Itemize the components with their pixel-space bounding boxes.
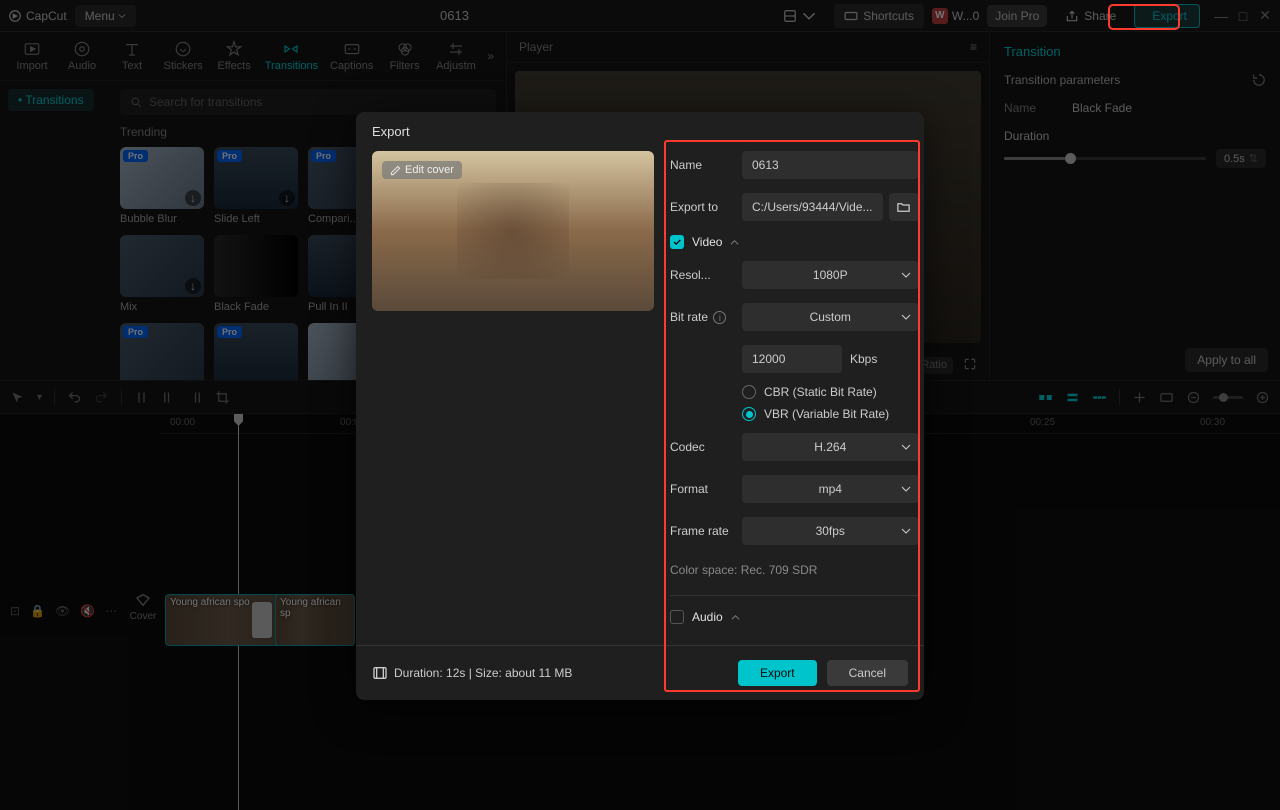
chevron-down-icon (901, 442, 911, 452)
format-label: Format (670, 482, 732, 496)
bitrate-input[interactable] (742, 345, 842, 373)
framerate-label: Frame rate (670, 524, 732, 538)
name-label: Name (670, 158, 732, 172)
modal-title: Export (356, 112, 924, 151)
bitrate-select[interactable]: Custom (742, 303, 919, 331)
path-input[interactable]: C:/Users/93444/Vide... (742, 193, 883, 221)
folder-icon (896, 200, 911, 215)
checkbox-icon (670, 235, 684, 249)
name-input[interactable] (742, 151, 919, 179)
video-section-toggle[interactable]: Video (670, 235, 919, 249)
bitrate-label: Bit rate i (670, 310, 732, 325)
chevron-down-icon (901, 526, 911, 536)
cover-preview: Edit cover (372, 151, 654, 311)
chevron-up-icon (731, 613, 740, 622)
chevron-up-icon (730, 238, 739, 247)
colorspace-text: Color space: Rec. 709 SDR (670, 563, 919, 577)
export-info: Duration: 12s | Size: about 11 MB (372, 665, 572, 681)
exportto-label: Export to (670, 200, 732, 214)
codec-label: Codec (670, 440, 732, 454)
edit-cover-button[interactable]: Edit cover (382, 161, 462, 179)
export-modal: Export Edit cover Name Export to C:/User… (356, 112, 924, 700)
chevron-down-icon (901, 270, 911, 280)
export-confirm-button[interactable]: Export (738, 660, 817, 686)
browse-folder-button[interactable] (889, 193, 919, 221)
info-icon[interactable]: i (713, 311, 726, 324)
resolution-label: Resol... (670, 268, 732, 282)
vbr-radio[interactable]: VBR (Variable Bit Rate) (742, 407, 919, 421)
pencil-icon (390, 165, 401, 176)
chevron-down-icon (901, 312, 911, 322)
checkbox-icon (670, 610, 684, 624)
format-select[interactable]: mp4 (742, 475, 919, 503)
chevron-down-icon (901, 484, 911, 494)
framerate-select[interactable]: 30fps (742, 517, 919, 545)
bitrate-unit: Kbps (850, 352, 877, 366)
audio-section-toggle[interactable]: Audio (670, 610, 919, 624)
resolution-select[interactable]: 1080P (742, 261, 919, 289)
codec-select[interactable]: H.264 (742, 433, 919, 461)
cancel-button[interactable]: Cancel (827, 660, 908, 686)
cbr-radio[interactable]: CBR (Static Bit Rate) (742, 385, 919, 399)
divider (670, 595, 919, 596)
film-icon (372, 665, 388, 681)
